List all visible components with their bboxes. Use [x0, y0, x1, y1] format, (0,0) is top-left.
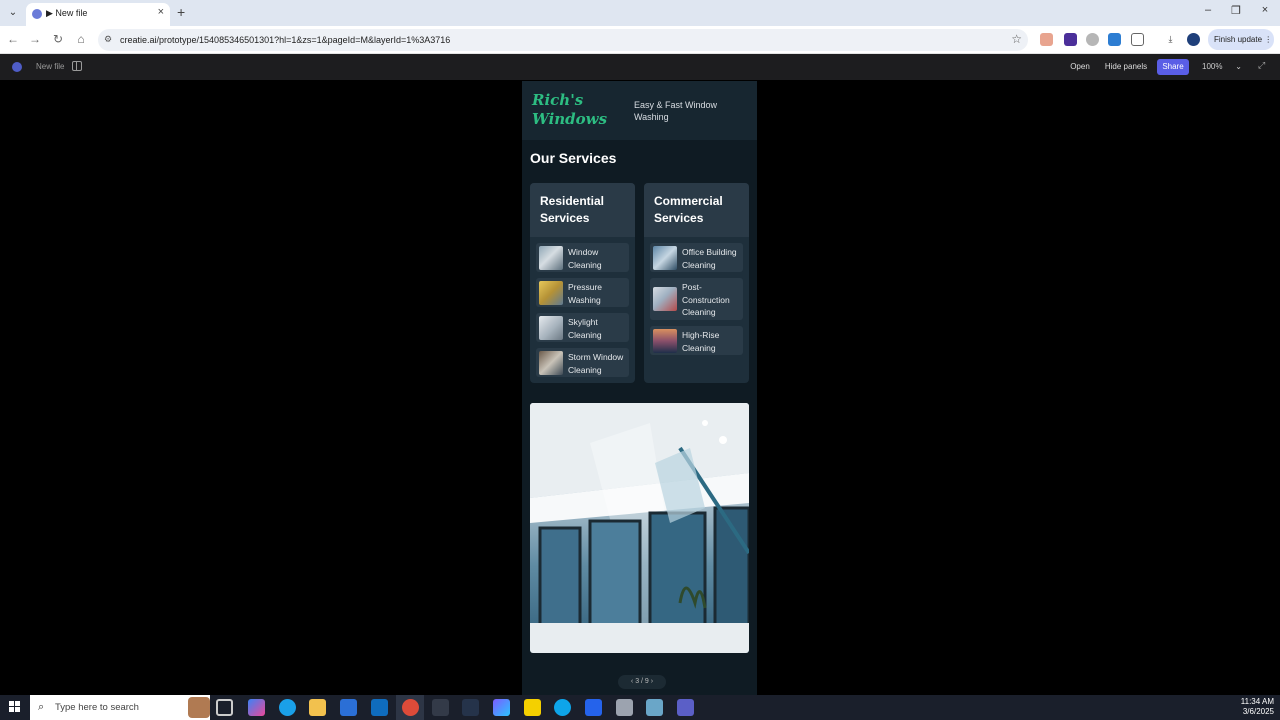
extension-icon[interactable]: [1064, 33, 1077, 46]
card-header: Residential Services: [530, 183, 635, 237]
service-label: Post-Construction Cleaning: [682, 282, 730, 317]
taskbar-search[interactable]: ⌕ Type here to search: [30, 695, 210, 720]
task-view-icon[interactable]: [216, 699, 233, 716]
app-icon[interactable]: [646, 699, 663, 716]
extension-icon[interactable]: [1086, 33, 1099, 46]
clock-date: 3/6/2025: [1242, 707, 1274, 716]
service-thumbnail: [539, 316, 563, 340]
service-thumbnail: [539, 281, 563, 305]
card-header: Commercial Services: [644, 183, 749, 237]
minimize-icon[interactable]: –: [1200, 4, 1216, 16]
service-item-skylight-cleaning[interactable]: Skylight Cleaning: [536, 313, 629, 342]
commercial-services-card: Commercial Services Office Building Clea…: [644, 183, 749, 383]
skype-icon[interactable]: [554, 699, 571, 716]
service-label: Office Building Cleaning: [682, 247, 737, 270]
sticky-notes-icon[interactable]: [524, 699, 541, 716]
creatie-logo-icon[interactable]: [12, 62, 22, 72]
finish-update-button[interactable]: Finish update ⋮: [1208, 29, 1274, 50]
app-bar: New file Open Hide panels Share 100% ⌄ ⤢: [0, 54, 1280, 80]
service-item-storm-window-cleaning[interactable]: Storm Window Cleaning: [536, 348, 629, 377]
service-thumbnail: [653, 329, 677, 353]
address-bar[interactable]: ⚙ creatie.ai/prototype/154085346501301?h…: [98, 29, 1028, 51]
site-header: Rich's Windows Easy & Fast Window Washin…: [522, 81, 757, 140]
home-icon[interactable]: ⌂: [73, 31, 89, 47]
windows-start-icon[interactable]: [9, 701, 21, 713]
service-label: Storm Window Cleaning: [568, 352, 624, 375]
service-thumbnail: [653, 246, 677, 270]
search-placeholder[interactable]: Type here to search: [55, 702, 139, 713]
app-icon[interactable]: [432, 699, 449, 716]
section-title: Our Services: [530, 150, 617, 166]
service-item-high-rise-cleaning[interactable]: High-Rise Cleaning: [650, 326, 743, 355]
tab-search-chevron-icon[interactable]: ⌄: [6, 6, 20, 20]
service-thumbnail: [539, 351, 563, 375]
service-label: Window Cleaning: [568, 247, 602, 270]
profile-avatar[interactable]: [1187, 33, 1200, 46]
card-title: Residential Services: [540, 194, 605, 225]
tab-title: ▶ New file: [46, 8, 88, 18]
outlook-icon[interactable]: [371, 699, 388, 716]
hero-image: [530, 403, 749, 653]
tab-favicon-icon: [32, 9, 42, 19]
browser-tab-bar: ⌄ ▶ New file × + – ❐ ×: [0, 0, 1280, 26]
service-item-office-building-cleaning[interactable]: Office Building Cleaning: [650, 243, 743, 272]
forward-arrow-icon[interactable]: →: [27, 31, 43, 47]
service-thumbnail: [653, 287, 677, 311]
zoom-app-icon[interactable]: [585, 699, 602, 716]
app-icon[interactable]: [493, 699, 510, 716]
store-icon[interactable]: [340, 699, 357, 716]
open-button[interactable]: Open: [1066, 59, 1094, 75]
service-item-window-cleaning[interactable]: Window Cleaning: [536, 243, 629, 272]
search-icon: ⌕: [38, 701, 45, 713]
restore-icon[interactable]: ❐: [1228, 4, 1244, 17]
service-item-pressure-washing[interactable]: Pressure Washing: [536, 278, 629, 307]
prototype-frame: Rich's Windows Easy & Fast Window Washin…: [522, 81, 757, 695]
file-name[interactable]: New file: [36, 62, 64, 71]
page-indicator[interactable]: ‹ 3 / 9 ›: [618, 675, 666, 689]
extension-icon[interactable]: [1108, 33, 1121, 46]
service-thumbnail: [539, 246, 563, 270]
copilot-icon[interactable]: [248, 699, 265, 716]
puzzle-extensions-icon[interactable]: [1131, 33, 1144, 46]
panel-toggle-icon[interactable]: [72, 61, 82, 71]
app-icon[interactable]: [616, 699, 633, 716]
steam-icon[interactable]: [462, 699, 479, 716]
new-tab-plus-icon[interactable]: +: [177, 4, 185, 20]
share-button[interactable]: Share: [1157, 59, 1189, 75]
browser-toolbar: ← → ↻ ⌂ ⚙ creatie.ai/prototype/154085346…: [0, 26, 1280, 54]
service-label: High-Rise Cleaning: [682, 330, 720, 353]
extension-icon[interactable]: [1040, 33, 1053, 46]
taskbar: ⌕ Type here to search 11:34 AM 3/6/2025: [0, 695, 1280, 720]
window-washing-illustration: [530, 403, 749, 653]
reload-icon[interactable]: ↻: [50, 31, 66, 47]
service-label: Pressure Washing: [568, 282, 603, 305]
browser-tab[interactable]: ▶ New file ×: [26, 3, 170, 26]
url-text[interactable]: creatie.ai/prototype/154085346501301?hl=…: [120, 35, 450, 45]
back-arrow-icon[interactable]: ←: [5, 31, 21, 47]
teams-icon[interactable]: [677, 699, 694, 716]
bookmark-star-icon[interactable]: ☆: [1011, 32, 1022, 46]
system-clock[interactable]: 11:34 AM 3/6/2025: [1241, 697, 1274, 717]
chrome-icon[interactable]: [402, 699, 419, 716]
service-item-post-construction-cleaning[interactable]: Post-Construction Cleaning: [650, 278, 743, 320]
card-title: Commercial Services: [654, 194, 723, 225]
hide-panels-button[interactable]: Hide panels: [1101, 59, 1151, 75]
zoom-select[interactable]: 100% ⌄: [1196, 59, 1248, 75]
service-label: Skylight Cleaning: [568, 317, 602, 340]
download-icon[interactable]: ⤓: [1164, 33, 1177, 46]
file-explorer-icon[interactable]: [309, 699, 326, 716]
search-highlight-image: [188, 697, 210, 718]
site-tagline: Easy & Fast Window Washing: [634, 100, 718, 122]
clock-time: 11:34 AM: [1240, 697, 1274, 706]
edge-icon[interactable]: [279, 699, 296, 716]
expand-icon[interactable]: ⤢: [1258, 60, 1265, 71]
residential-services-card: Residential Services Window Cleaning Pre…: [530, 183, 635, 383]
chevron-down-icon: ⌄: [1235, 62, 1242, 71]
tab-close-icon[interactable]: ×: [158, 6, 164, 18]
site-logo[interactable]: Rich's Windows: [532, 91, 612, 129]
site-info-icon[interactable]: ⚙: [104, 34, 112, 45]
window-close-icon[interactable]: ×: [1257, 4, 1273, 16]
